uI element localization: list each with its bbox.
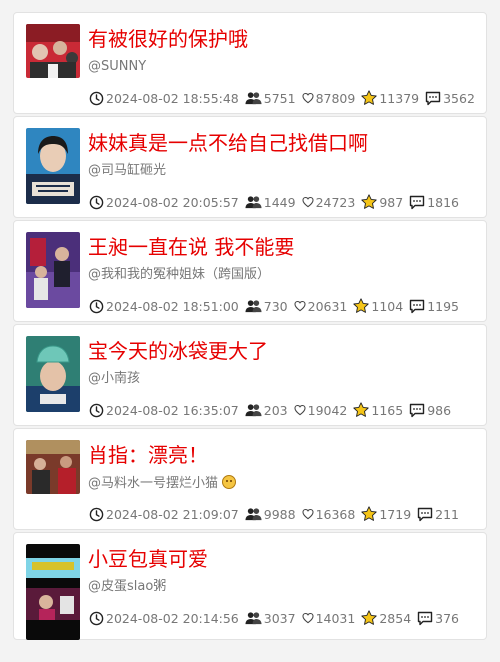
post-card[interactable]: 肖指：漂亮！ @马料水一号摆烂小猫 2024-08-02 21:09:07 99… bbox=[13, 428, 487, 530]
star-icon[interactable] bbox=[361, 506, 377, 522]
heart-icon[interactable] bbox=[302, 612, 314, 624]
comment-icon[interactable] bbox=[417, 611, 433, 626]
heart-icon[interactable] bbox=[294, 404, 306, 416]
star-icon[interactable] bbox=[361, 610, 377, 626]
like-count: 24723 bbox=[315, 194, 356, 210]
view-count: 1449 bbox=[263, 194, 296, 210]
like-count: 19042 bbox=[307, 402, 348, 418]
view-count: 5751 bbox=[263, 90, 296, 106]
star-count: 2854 bbox=[379, 610, 412, 626]
post-author-name[interactable]: @马料水一号摆烂小猫 bbox=[88, 476, 218, 491]
comment-count: 1816 bbox=[427, 194, 460, 210]
post-card[interactable]: 有被很好的保护哦 @SUNNY 2024-08-02 18:55:48 5751… bbox=[13, 12, 487, 114]
view-count: 9988 bbox=[263, 506, 296, 522]
heart-icon[interactable] bbox=[302, 92, 314, 104]
cat-face-icon bbox=[222, 475, 237, 489]
post-title[interactable]: 宝今天的冰袋更大了 bbox=[88, 339, 268, 363]
post-author[interactable]: @SUNNY bbox=[88, 59, 146, 75]
post-author[interactable]: @皮蛋slao粥 bbox=[88, 579, 166, 595]
post-author[interactable]: @马料水一号摆烂小猫 bbox=[88, 475, 237, 492]
comment-count: 376 bbox=[435, 610, 460, 626]
post-meta: 2024-08-02 16:35:07 203 19042 1165 986 bbox=[89, 401, 457, 419]
clock-icon bbox=[89, 507, 104, 521]
like-count: 20631 bbox=[307, 298, 348, 314]
star-count: 1719 bbox=[379, 506, 412, 522]
post-title[interactable]: 小豆包真可爱 bbox=[88, 547, 208, 571]
star-icon[interactable] bbox=[361, 194, 377, 210]
people-icon bbox=[245, 508, 262, 521]
post-thumbnail[interactable] bbox=[26, 24, 80, 78]
people-icon bbox=[245, 404, 262, 417]
post-meta: 2024-08-02 20:05:57 1449 24723 987 1816 bbox=[89, 193, 465, 211]
post-thumbnail[interactable] bbox=[26, 440, 80, 494]
comment-count: 3562 bbox=[443, 90, 475, 106]
heart-icon[interactable] bbox=[302, 508, 314, 520]
post-author[interactable]: @小南孩 bbox=[88, 371, 140, 387]
post-time: 2024-08-02 20:05:57 bbox=[106, 194, 239, 210]
post-title[interactable]: 肖指：漂亮！ bbox=[88, 443, 208, 467]
post-title[interactable]: 王昶一直在说 我不能要 bbox=[88, 235, 294, 259]
people-icon bbox=[245, 612, 262, 625]
comment-icon[interactable] bbox=[417, 507, 433, 522]
post-thumbnail[interactable] bbox=[26, 544, 80, 640]
people-icon bbox=[245, 196, 262, 209]
comment-count: 1195 bbox=[427, 298, 460, 314]
post-time: 2024-08-02 20:14:56 bbox=[106, 610, 239, 626]
like-count: 87809 bbox=[315, 90, 356, 106]
post-card[interactable]: 宝今天的冰袋更大了 @小南孩 2024-08-02 16:35:07 203 1… bbox=[13, 324, 487, 426]
clock-icon bbox=[89, 91, 104, 105]
clock-icon bbox=[89, 299, 104, 313]
heart-icon[interactable] bbox=[294, 300, 306, 312]
post-time: 2024-08-02 18:55:48 bbox=[106, 90, 239, 106]
comment-icon[interactable] bbox=[409, 195, 425, 210]
view-count: 730 bbox=[263, 298, 288, 314]
comment-count: 986 bbox=[427, 402, 452, 418]
post-author[interactable]: @司马缸砸光 bbox=[88, 163, 166, 179]
comment-count: 211 bbox=[435, 506, 460, 522]
people-icon bbox=[245, 300, 262, 313]
clock-icon bbox=[89, 403, 104, 417]
star-count: 1104 bbox=[371, 298, 404, 314]
comment-icon[interactable] bbox=[409, 299, 425, 314]
view-count: 203 bbox=[263, 402, 288, 418]
post-meta: 2024-08-02 21:09:07 9988 16368 1719 211 bbox=[89, 505, 465, 523]
post-card[interactable]: 妹妹真是一点不给自己找借口啊 @司马缸砸光 2024-08-02 20:05:5… bbox=[13, 116, 487, 218]
post-thumbnail[interactable] bbox=[26, 232, 80, 308]
post-author[interactable]: @我和我的冤种姐妹（跨国版） bbox=[88, 267, 270, 283]
post-thumbnail[interactable] bbox=[26, 128, 80, 204]
post-card[interactable]: 王昶一直在说 我不能要 @我和我的冤种姐妹（跨国版） 2024-08-02 18… bbox=[13, 220, 487, 322]
post-meta: 2024-08-02 20:14:56 3037 14031 2854 376 bbox=[89, 609, 465, 627]
heart-icon[interactable] bbox=[302, 196, 314, 208]
post-meta: 2024-08-02 18:55:48 5751 87809 11379 356… bbox=[89, 89, 481, 107]
people-icon bbox=[245, 92, 262, 105]
star-icon[interactable] bbox=[353, 298, 370, 314]
clock-icon bbox=[89, 195, 104, 209]
like-count: 14031 bbox=[315, 610, 356, 626]
star-count: 11379 bbox=[379, 90, 420, 106]
post-feed: 有被很好的保护哦 @SUNNY 2024-08-02 18:55:48 5751… bbox=[13, 12, 487, 642]
comment-icon[interactable] bbox=[425, 91, 441, 106]
post-title[interactable]: 妹妹真是一点不给自己找借口啊 bbox=[88, 131, 368, 155]
star-icon[interactable] bbox=[361, 90, 377, 106]
post-thumbnail[interactable] bbox=[26, 336, 80, 412]
star-count: 1165 bbox=[371, 402, 404, 418]
clock-icon bbox=[89, 611, 104, 625]
view-count: 3037 bbox=[263, 610, 296, 626]
post-meta: 2024-08-02 18:51:00 730 20631 1104 1195 bbox=[89, 297, 465, 315]
post-time: 2024-08-02 18:51:00 bbox=[106, 298, 239, 314]
comment-icon[interactable] bbox=[409, 403, 425, 418]
post-card[interactable]: 小豆包真可爱 @皮蛋slao粥 2024-08-02 20:14:56 3037… bbox=[13, 532, 487, 640]
post-time: 2024-08-02 21:09:07 bbox=[106, 506, 239, 522]
post-time: 2024-08-02 16:35:07 bbox=[106, 402, 239, 418]
star-icon[interactable] bbox=[353, 402, 370, 418]
star-count: 987 bbox=[379, 194, 404, 210]
like-count: 16368 bbox=[315, 506, 356, 522]
post-title[interactable]: 有被很好的保护哦 bbox=[88, 27, 248, 51]
